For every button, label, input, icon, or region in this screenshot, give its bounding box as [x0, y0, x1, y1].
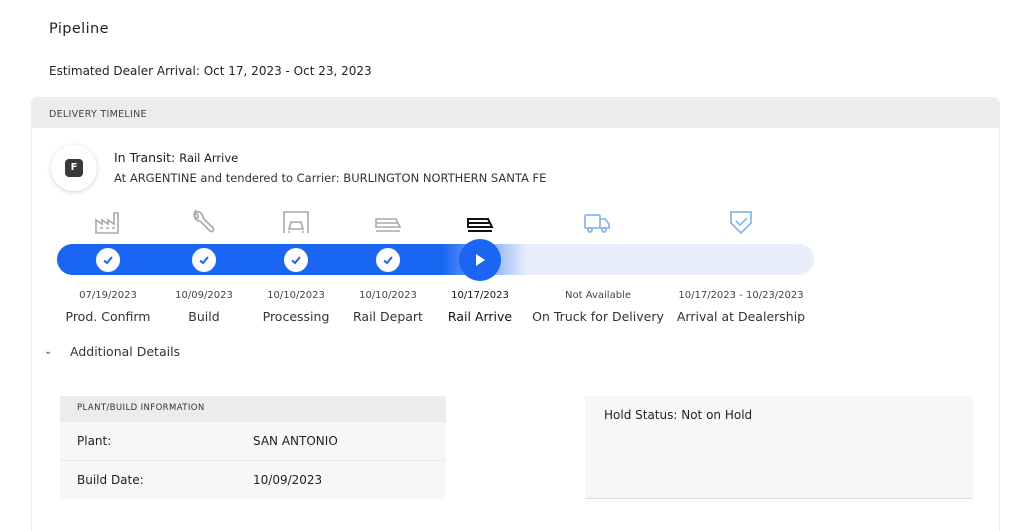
- shield-check-icon: [730, 211, 752, 235]
- check-icon: [103, 256, 113, 265]
- hold-status-box: Hold Status: Not on Hold: [585, 396, 973, 499]
- factory-icon: [95, 212, 119, 234]
- delivery-timeline-header: DELIVERY TIMELINE: [32, 98, 999, 128]
- brand-avatar: F: [51, 145, 97, 191]
- stage-complete-check: [376, 248, 400, 272]
- status-title: In Transit:: [114, 150, 176, 165]
- stage-date: 10/17/2023 - 10/23/2023: [678, 290, 804, 301]
- transit-status: In Transit: Rail Arrive: [114, 150, 238, 165]
- carrier-info: At ARGENTINE and tendered to Carrier: BU…: [114, 171, 547, 185]
- status-sub: Rail Arrive: [179, 151, 239, 165]
- play-icon: [476, 254, 485, 266]
- truck-icon: [584, 214, 610, 233]
- current-stage-marker[interactable]: [459, 239, 501, 281]
- plant-build-header: PLANT/BUILD INFORMATION: [60, 396, 446, 421]
- stage-date: Not Available: [565, 290, 631, 301]
- chevron-down-icon: ⌄: [44, 346, 53, 357]
- row-key: Build Date:: [77, 473, 144, 487]
- car-wash-icon: [283, 211, 309, 233]
- delivery-timeline-card: DELIVERY TIMELINE F In Transit: Rail Arri…: [31, 97, 1000, 531]
- plant-build-info: PLANT/BUILD INFORMATION Plant: SAN ANTON…: [60, 396, 446, 500]
- additional-details-label: Additional Details: [70, 344, 181, 359]
- additional-details-toggle[interactable]: ⌄ Additional Details: [44, 344, 180, 359]
- table-row: Plant: SAN ANTONIO: [60, 421, 446, 460]
- stage-complete-check: [284, 248, 308, 272]
- page-title: Pipeline: [49, 21, 109, 37]
- train-icon-current: [467, 218, 494, 232]
- stage-label: On Truck for Delivery: [532, 309, 664, 324]
- train-icon: [375, 218, 402, 232]
- hold-status: Hold Status: Not on Hold: [604, 408, 753, 422]
- table-row: Build Date: 10/09/2023: [60, 460, 446, 499]
- check-icon: [291, 256, 301, 265]
- stage-complete-check: [192, 248, 216, 272]
- estimated-dealer-arrival: Estimated Dealer Arrival: Oct 17, 2023 -…: [49, 64, 372, 78]
- row-value: 10/09/2023: [253, 473, 323, 487]
- row-value: SAN ANTONIO: [253, 434, 338, 448]
- check-icon: [383, 256, 393, 265]
- check-icon: [199, 256, 209, 265]
- brand-badge: F: [65, 159, 83, 177]
- wrench-icon: [193, 209, 215, 233]
- stage-label: Arrival at Dealership: [676, 309, 806, 324]
- row-key: Plant:: [77, 434, 112, 448]
- stage-complete-check: [96, 248, 120, 272]
